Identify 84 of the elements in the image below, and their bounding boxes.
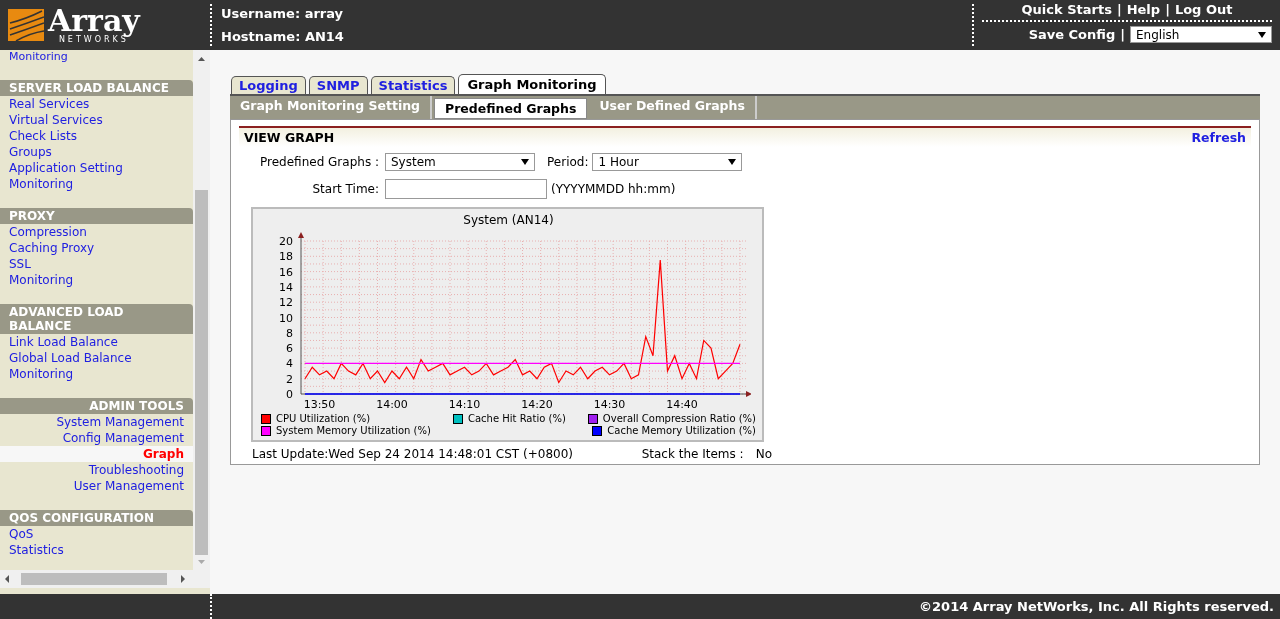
- logo-wordmark: Array: [48, 6, 140, 35]
- sidebar-link[interactable]: Global Load Balance: [0, 350, 193, 366]
- y-tick-label: 16: [279, 265, 293, 279]
- refresh-link[interactable]: Refresh: [1191, 130, 1246, 145]
- sidebar-link[interactable]: Graph: [0, 446, 193, 462]
- y-tick-label: 6: [286, 342, 293, 356]
- section-header: PROXY: [0, 208, 193, 224]
- x-tick-label: 13:50: [303, 398, 336, 411]
- sidebar-link[interactable]: User Management: [0, 478, 193, 494]
- x-tick-label: 14:30: [593, 398, 626, 411]
- link-separator: |: [1165, 2, 1170, 17]
- sidebar-link[interactable]: Monitoring: [0, 272, 193, 288]
- sidebar-link[interactable]: Application Setting: [0, 160, 193, 176]
- vertical-scrollbar[interactable]: [193, 50, 210, 570]
- y-tick-label: 18: [279, 250, 293, 264]
- section-header: SERVER LOAD BALANCE: [0, 80, 193, 96]
- y-tick-label: 0: [286, 388, 293, 401]
- field-value: No: [755, 447, 772, 461]
- subtab[interactable]: Predefined Graphs: [434, 98, 588, 119]
- legend-label: Cache Memory Utilization (%): [607, 425, 756, 436]
- tab[interactable]: SNMP: [308, 76, 368, 94]
- username-label: Username: array: [221, 6, 345, 21]
- link-separator: |: [1120, 27, 1125, 42]
- sidebar-link[interactable]: Virtual Services: [0, 112, 193, 128]
- tab[interactable]: Statistics: [370, 76, 456, 94]
- y-tick-label: 10: [279, 311, 293, 325]
- x-tick-label: 14:20: [521, 398, 553, 411]
- chart-title: System (AN14): [462, 213, 555, 227]
- sidebar-link[interactable]: QoS: [0, 526, 193, 542]
- dropdown[interactable]: 1 Hour: [592, 153, 743, 171]
- sidebar-link[interactable]: Config Management: [0, 430, 193, 446]
- sidebar-link[interactable]: Link Load Balance: [0, 334, 193, 350]
- x-tick-label: 14:00: [376, 398, 408, 411]
- tab[interactable]: Logging: [231, 76, 306, 94]
- y-tick-label: 2: [286, 372, 293, 386]
- dropdown[interactable]: System: [385, 153, 535, 171]
- caret-icon: [1258, 31, 1266, 38]
- section-header: ADMIN TOOLS: [0, 398, 193, 414]
- section-header: QOS CONFIGURATION: [0, 510, 193, 526]
- tab[interactable]: Graph Monitoring: [458, 74, 606, 94]
- sidebar-link[interactable]: Monitoring: [0, 50, 193, 64]
- sidebar-link[interactable]: Troubleshooting: [0, 462, 193, 478]
- sidebar-link[interactable]: Check Lists: [0, 128, 193, 144]
- legend-label: Cache Hit Ratio (%): [467, 413, 566, 424]
- start-time-field[interactable]: [385, 179, 547, 199]
- sidebar-link[interactable]: Real Services: [0, 96, 193, 112]
- sidebar-link[interactable]: Monitoring: [0, 176, 193, 192]
- sidebar-link[interactable]: Monitoring: [0, 366, 193, 382]
- language-select[interactable]: English: [1130, 26, 1272, 43]
- link-separator: |: [1116, 2, 1122, 17]
- sidebar-link[interactable]: System Management: [0, 414, 193, 430]
- x-tick-label: 14:10: [448, 398, 481, 411]
- field-label: Predefined Graphs :: [259, 155, 379, 169]
- sidebar-link[interactable]: Compression: [0, 224, 193, 240]
- sidebar-link[interactable]: Caching Proxy: [0, 240, 193, 256]
- caret-icon: [728, 159, 737, 165]
- save-config-link[interactable]: Save Config: [1028, 27, 1116, 42]
- format-hint: (YYYYMMDD hh:mm): [551, 182, 676, 196]
- y-tick-label: 8: [286, 326, 293, 340]
- legend-label: CPU Utilization (%): [276, 413, 371, 424]
- copyright-text: ©2014 Array NetWorks, Inc. All Rights reserved.: [919, 599, 1274, 614]
- last-update-text: Last Update:Wed Sep 24 2014 14:48:01 CST (+0800): [252, 447, 573, 461]
- panel-title: VIEW GRAPH: [244, 130, 335, 145]
- section-header: ADVANCED LOAD BALANCE: [0, 304, 193, 334]
- field-label: Period:: [547, 155, 589, 169]
- logo-stripes-icon: [8, 9, 44, 41]
- y-tick-label: 14: [279, 280, 293, 294]
- caret-icon: [521, 159, 529, 165]
- sidebar-link[interactable]: SSL: [0, 256, 193, 272]
- y-tick-label: 20: [279, 235, 293, 248]
- legend-label: Overall Compression Ratio (%): [602, 413, 756, 424]
- sidebar-link[interactable]: Groups: [0, 144, 193, 160]
- header-link[interactable]: Quick Starts: [1021, 2, 1112, 17]
- header-link[interactable]: Help: [1126, 2, 1161, 17]
- y-tick-label: 4: [286, 357, 293, 371]
- field-label: Stack the Items :: [641, 447, 744, 461]
- header-link[interactable]: Log Out: [1174, 2, 1233, 17]
- y-tick-label: 12: [279, 296, 293, 310]
- hostname-label: Hostname: AN14: [221, 29, 345, 44]
- sidebar-link[interactable]: Statistics: [0, 542, 193, 558]
- horizontal-scrollbar[interactable]: [0, 570, 210, 588]
- field-label: Start Time:: [311, 182, 379, 196]
- x-tick-label: 14:40: [666, 398, 698, 411]
- legend-label: System Memory Utilization (%): [276, 425, 431, 436]
